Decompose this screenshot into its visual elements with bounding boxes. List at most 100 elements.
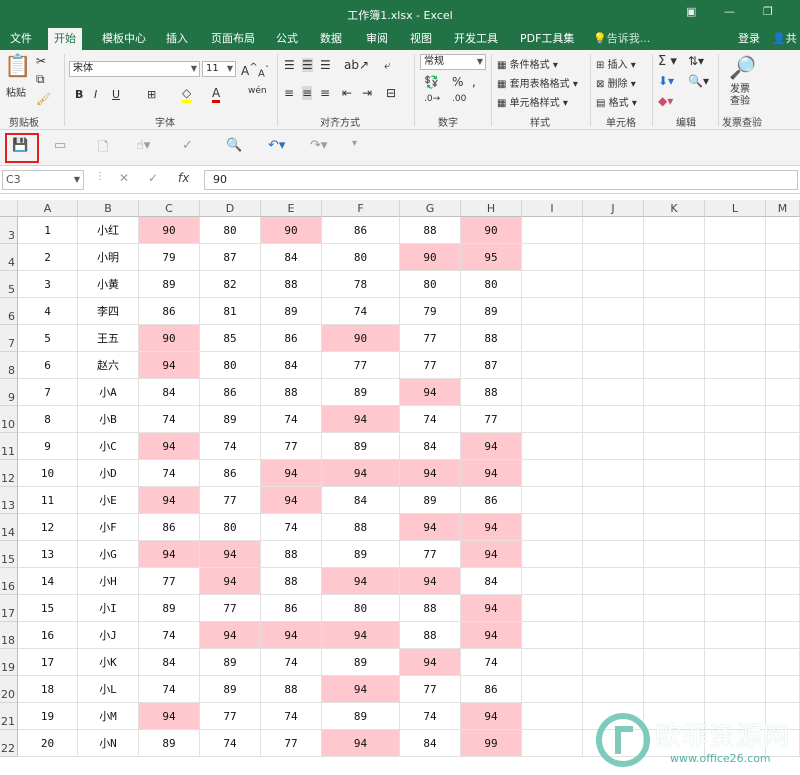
cell-k7[interactable]: [644, 325, 705, 352]
formula-input[interactable]: 90: [204, 170, 798, 190]
cell-j16[interactable]: [583, 568, 644, 595]
cell-d21[interactable]: 77: [200, 703, 261, 730]
underline-button[interactable]: U: [112, 88, 120, 101]
cell-g19[interactable]: 94: [400, 649, 461, 676]
tab-page-layout[interactable]: 页面布局: [205, 28, 261, 50]
merge-center-icon[interactable]: ⊟: [386, 86, 396, 100]
cell-l7[interactable]: [705, 325, 766, 352]
column-header-a[interactable]: A: [18, 200, 78, 217]
cell-c6[interactable]: 86: [139, 298, 200, 325]
cell-e6[interactable]: 89: [261, 298, 322, 325]
save-icon[interactable]: 💾: [12, 138, 28, 153]
cell-c3[interactable]: 90: [139, 217, 200, 244]
tab-template-center[interactable]: 模板中心: [96, 28, 152, 50]
increase-indent-icon[interactable]: ⇥: [362, 86, 372, 100]
row-header[interactable]: 4: [0, 244, 18, 271]
cell-i14[interactable]: [522, 514, 583, 541]
select-all-corner[interactable]: [0, 200, 18, 217]
column-header-h[interactable]: H: [461, 200, 522, 217]
cell-e18[interactable]: 94: [261, 622, 322, 649]
cell-k13[interactable]: [644, 487, 705, 514]
cell-e5[interactable]: 88: [261, 271, 322, 298]
row-header[interactable]: 3: [0, 217, 18, 244]
cell-c10[interactable]: 74: [139, 406, 200, 433]
cell-g17[interactable]: 88: [400, 595, 461, 622]
cell-f16[interactable]: 94: [322, 568, 400, 595]
cell-g7[interactable]: 77: [400, 325, 461, 352]
format-cells-button[interactable]: ▤ 格式 ▾: [596, 94, 637, 109]
cell-c19[interactable]: 84: [139, 649, 200, 676]
cell-c4[interactable]: 79: [139, 244, 200, 271]
cell-l4[interactable]: [705, 244, 766, 271]
cell-k16[interactable]: [644, 568, 705, 595]
cell-a15[interactable]: 13: [18, 541, 78, 568]
cell-h7[interactable]: 88: [461, 325, 522, 352]
column-header-i[interactable]: I: [522, 200, 583, 217]
cell-g3[interactable]: 88: [400, 217, 461, 244]
font-size-select[interactable]: 11 ▼: [202, 61, 236, 77]
invoice-check-button[interactable]: 发票 查验: [730, 84, 750, 108]
column-header-c[interactable]: C: [139, 200, 200, 217]
bold-button[interactable]: B: [75, 88, 83, 101]
invoice-check-icon[interactable]: 🔎: [729, 56, 756, 81]
cell-d20[interactable]: 89: [200, 676, 261, 703]
cell-j20[interactable]: [583, 676, 644, 703]
cell-b18[interactable]: 小J: [78, 622, 139, 649]
cell-a16[interactable]: 14: [18, 568, 78, 595]
cell-l17[interactable]: [705, 595, 766, 622]
cell-k8[interactable]: [644, 352, 705, 379]
cell-c17[interactable]: 89: [139, 595, 200, 622]
cell-c11[interactable]: 94: [139, 433, 200, 460]
cell-k20[interactable]: [644, 676, 705, 703]
cell-g22[interactable]: 84: [400, 730, 461, 757]
cell-h18[interactable]: 94: [461, 622, 522, 649]
shrink-font-button[interactable]: Aˇ: [258, 64, 269, 79]
align-center-icon[interactable]: ≡: [302, 86, 313, 100]
cell-f22[interactable]: 94: [322, 730, 400, 757]
cell-e10[interactable]: 74: [261, 406, 322, 433]
row-header[interactable]: 12: [0, 460, 18, 487]
cell-d22[interactable]: 74: [200, 730, 261, 757]
cell-a22[interactable]: 20: [18, 730, 78, 757]
cell-f15[interactable]: 89: [322, 541, 400, 568]
column-header-j[interactable]: J: [583, 200, 644, 217]
percent-style-icon[interactable]: %: [452, 75, 463, 89]
row-header[interactable]: 15: [0, 541, 18, 568]
cell-m6[interactable]: [766, 298, 800, 325]
cell-l6[interactable]: [705, 298, 766, 325]
cell-f3[interactable]: 86: [322, 217, 400, 244]
cell-b20[interactable]: 小L: [78, 676, 139, 703]
cell-a5[interactable]: 3: [18, 271, 78, 298]
cell-j3[interactable]: [583, 217, 644, 244]
cell-k15[interactable]: [644, 541, 705, 568]
column-header-g[interactable]: G: [400, 200, 461, 217]
cell-c8[interactable]: 94: [139, 352, 200, 379]
share-button[interactable]: 👤共: [772, 28, 797, 50]
borders-icon[interactable]: ⊞: [147, 88, 156, 101]
align-bottom-icon[interactable]: ☰: [320, 58, 331, 72]
cell-c20[interactable]: 74: [139, 676, 200, 703]
cell-e4[interactable]: 84: [261, 244, 322, 271]
cell-h5[interactable]: 80: [461, 271, 522, 298]
tab-data[interactable]: 数据: [314, 28, 348, 50]
cut-icon[interactable]: ✂: [36, 54, 46, 68]
cell-h21[interactable]: 94: [461, 703, 522, 730]
cell-b17[interactable]: 小I: [78, 595, 139, 622]
cell-g5[interactable]: 80: [400, 271, 461, 298]
column-header-d[interactable]: D: [200, 200, 261, 217]
cell-e21[interactable]: 74: [261, 703, 322, 730]
cell-a7[interactable]: 5: [18, 325, 78, 352]
cell-m19[interactable]: [766, 649, 800, 676]
copy-icon[interactable]: ⧉: [36, 72, 45, 87]
cell-g18[interactable]: 88: [400, 622, 461, 649]
cell-e3[interactable]: 90: [261, 217, 322, 244]
cell-h15[interactable]: 94: [461, 541, 522, 568]
cell-k5[interactable]: [644, 271, 705, 298]
row-header[interactable]: 22: [0, 730, 18, 757]
cell-b13[interactable]: 小E: [78, 487, 139, 514]
cell-c22[interactable]: 89: [139, 730, 200, 757]
row-header[interactable]: 20: [0, 676, 18, 703]
cell-l13[interactable]: [705, 487, 766, 514]
cell-m16[interactable]: [766, 568, 800, 595]
row-header[interactable]: 5: [0, 271, 18, 298]
